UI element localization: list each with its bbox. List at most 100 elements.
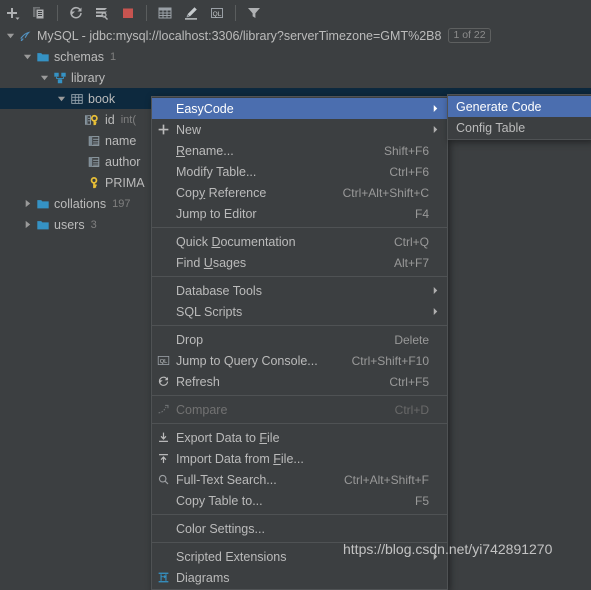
- chevron-right-icon: [429, 104, 441, 113]
- menu-item-no-icon: [152, 518, 174, 539]
- submenu-item-generate-code[interactable]: Generate Code: [448, 96, 591, 117]
- datasource-properties-button[interactable]: [90, 2, 114, 24]
- tree-expand-triangle-icon[interactable]: [38, 67, 51, 88]
- menu-item-diagrams[interactable]: Diagrams: [152, 567, 447, 588]
- menu-item-no-icon: [152, 182, 174, 203]
- menu-item-find-usages[interactable]: Find Usages Alt+F7: [152, 252, 447, 273]
- menu-item-drop[interactable]: Drop Delete: [152, 329, 447, 350]
- tree-row[interactable]: library: [0, 67, 591, 88]
- menu-item-label: Import Data from File...: [176, 451, 304, 466]
- refresh-icon: [152, 371, 174, 392]
- menu-item-database-tools[interactable]: Database Tools: [152, 280, 447, 301]
- tree-twisty-none: [72, 130, 85, 151]
- menu-item-label: EasyCode: [176, 101, 234, 116]
- menu-item-shortcut: F4: [414, 206, 429, 221]
- menu-item-label: Jump to Editor: [176, 206, 257, 221]
- add-datasource-button[interactable]: [1, 2, 25, 24]
- duplicate-button[interactable]: [27, 2, 51, 24]
- menu-item-shortcut: Delete: [394, 332, 429, 347]
- menu-item-no-icon: [152, 98, 174, 119]
- menu-item-new[interactable]: New: [152, 119, 447, 140]
- key-icon: [85, 172, 102, 193]
- submenu-item-label: Generate Code: [456, 99, 542, 114]
- chevron-right-icon: [429, 286, 441, 295]
- menu-item-label: Refresh: [176, 374, 220, 389]
- menu-item-rename[interactable]: Rename... Shift+F6: [152, 140, 447, 161]
- mysql-icon: [17, 25, 34, 46]
- menu-item-quick-documentation[interactable]: Quick Documentation Ctrl+Q: [152, 231, 447, 252]
- filter-button[interactable]: [242, 2, 266, 24]
- menu-item-label: Compare: [176, 402, 228, 417]
- tree-row-detail: 1: [110, 50, 117, 63]
- menu-item-sql-scripts[interactable]: SQL Scripts: [152, 301, 447, 322]
- menu-item-no-icon: [152, 329, 174, 350]
- column-icon: [85, 130, 102, 151]
- menu-separator: [152, 227, 447, 228]
- menu-item-label: Color Settings...: [176, 521, 265, 536]
- menu-item-shortcut: Ctrl+Q: [393, 234, 429, 249]
- menu-item-scripted-extensions[interactable]: Scripted Extensions: [152, 546, 447, 567]
- diagram-icon: [152, 567, 174, 588]
- menu-item-no-icon: [152, 161, 174, 182]
- tree-collapse-triangle-icon[interactable]: [21, 193, 34, 214]
- menu-item-export-data-to-file[interactable]: Export Data to File: [152, 427, 447, 448]
- open-table-editor-button[interactable]: [153, 2, 177, 24]
- menu-item-shortcut: Ctrl+Shift+F10: [351, 353, 429, 368]
- tree-twisty-none: [72, 109, 85, 130]
- menu-item-compare: Compare Ctrl+D: [152, 399, 447, 420]
- schema-icon: [51, 67, 68, 88]
- tree-expand-triangle-icon[interactable]: [4, 25, 17, 46]
- menu-item-label: Diagrams: [176, 570, 230, 585]
- menu-item-full-text-search[interactable]: Full-Text Search... Ctrl+Alt+Shift+F: [152, 469, 447, 490]
- stop-button[interactable]: [116, 2, 140, 24]
- tree-row[interactable]: MySQL - jdbc:mysql://localhost:3306/libr…: [0, 25, 591, 46]
- tree-expand-triangle-icon[interactable]: [21, 46, 34, 67]
- menu-item-shortcut: Ctrl+Alt+Shift+C: [342, 185, 429, 200]
- toolbar: QL: [0, 0, 591, 26]
- modify-table-button[interactable]: [179, 2, 203, 24]
- tree-row-detail: int(: [120, 113, 137, 126]
- menu-separator: [152, 514, 447, 515]
- tree-row-label: name: [105, 133, 137, 148]
- menu-item-copy-table-to[interactable]: Copy Table to... F5: [152, 490, 447, 511]
- menu-item-no-icon: [152, 546, 174, 567]
- menu-item-no-icon: [152, 301, 174, 322]
- tree-row[interactable]: schemas 1: [0, 46, 591, 67]
- tree-row-label: PRIMA: [105, 175, 145, 190]
- menu-item-jump-to-query-console[interactable]: QL Jump to Query Console... Ctrl+Shift+F10: [152, 350, 447, 371]
- menu-item-no-icon: [152, 231, 174, 252]
- menu-item-color-settings[interactable]: Color Settings...: [152, 518, 447, 539]
- submenu-item-config-table[interactable]: Config Table: [448, 117, 591, 138]
- submenu-item-label: Config Table: [456, 120, 526, 135]
- menu-separator: [152, 542, 447, 543]
- toolbar-separator: [57, 4, 58, 21]
- context-menu[interactable]: EasyCode New Rename... Shift+F6 Modify Table…: [151, 96, 448, 590]
- easycode-submenu[interactable]: Generate Code Config Table: [447, 94, 591, 140]
- plus-icon: [152, 119, 174, 140]
- menu-item-refresh[interactable]: Refresh Ctrl+F5: [152, 371, 447, 392]
- menu-item-copy-reference[interactable]: Copy Reference Ctrl+Alt+Shift+C: [152, 182, 447, 203]
- menu-item-label: Jump to Query Console...: [176, 353, 318, 368]
- menu-item-modify-table[interactable]: Modify Table... Ctrl+F6: [152, 161, 447, 182]
- menu-item-jump-to-editor[interactable]: Jump to Editor F4: [152, 203, 447, 224]
- menu-item-easycode[interactable]: EasyCode: [152, 98, 447, 119]
- menu-item-shortcut: Ctrl+F5: [389, 374, 429, 389]
- tree-twisty-none: [72, 172, 85, 193]
- svg-text:QL: QL: [213, 11, 222, 18]
- menu-item-label: Scripted Extensions: [176, 549, 287, 564]
- menu-item-shortcut: Shift+F6: [383, 143, 429, 158]
- svg-text:QL: QL: [159, 359, 167, 365]
- refresh-button[interactable]: [64, 2, 88, 24]
- menu-separator: [152, 395, 447, 396]
- query-console-button[interactable]: QL: [205, 2, 229, 24]
- menu-item-label: Find Usages: [176, 255, 247, 270]
- tree-row-label: users: [54, 217, 85, 232]
- tree-expand-triangle-icon[interactable]: [55, 88, 68, 109]
- menu-item-import-data-from-file[interactable]: Import Data from File...: [152, 448, 447, 469]
- chevron-right-icon: [429, 552, 441, 561]
- folder-icon: [34, 193, 51, 214]
- tree-row-detail: 3: [90, 218, 97, 231]
- folder-icon: [34, 214, 51, 235]
- tree-collapse-triangle-icon[interactable]: [21, 214, 34, 235]
- tree-row-label: book: [88, 91, 116, 106]
